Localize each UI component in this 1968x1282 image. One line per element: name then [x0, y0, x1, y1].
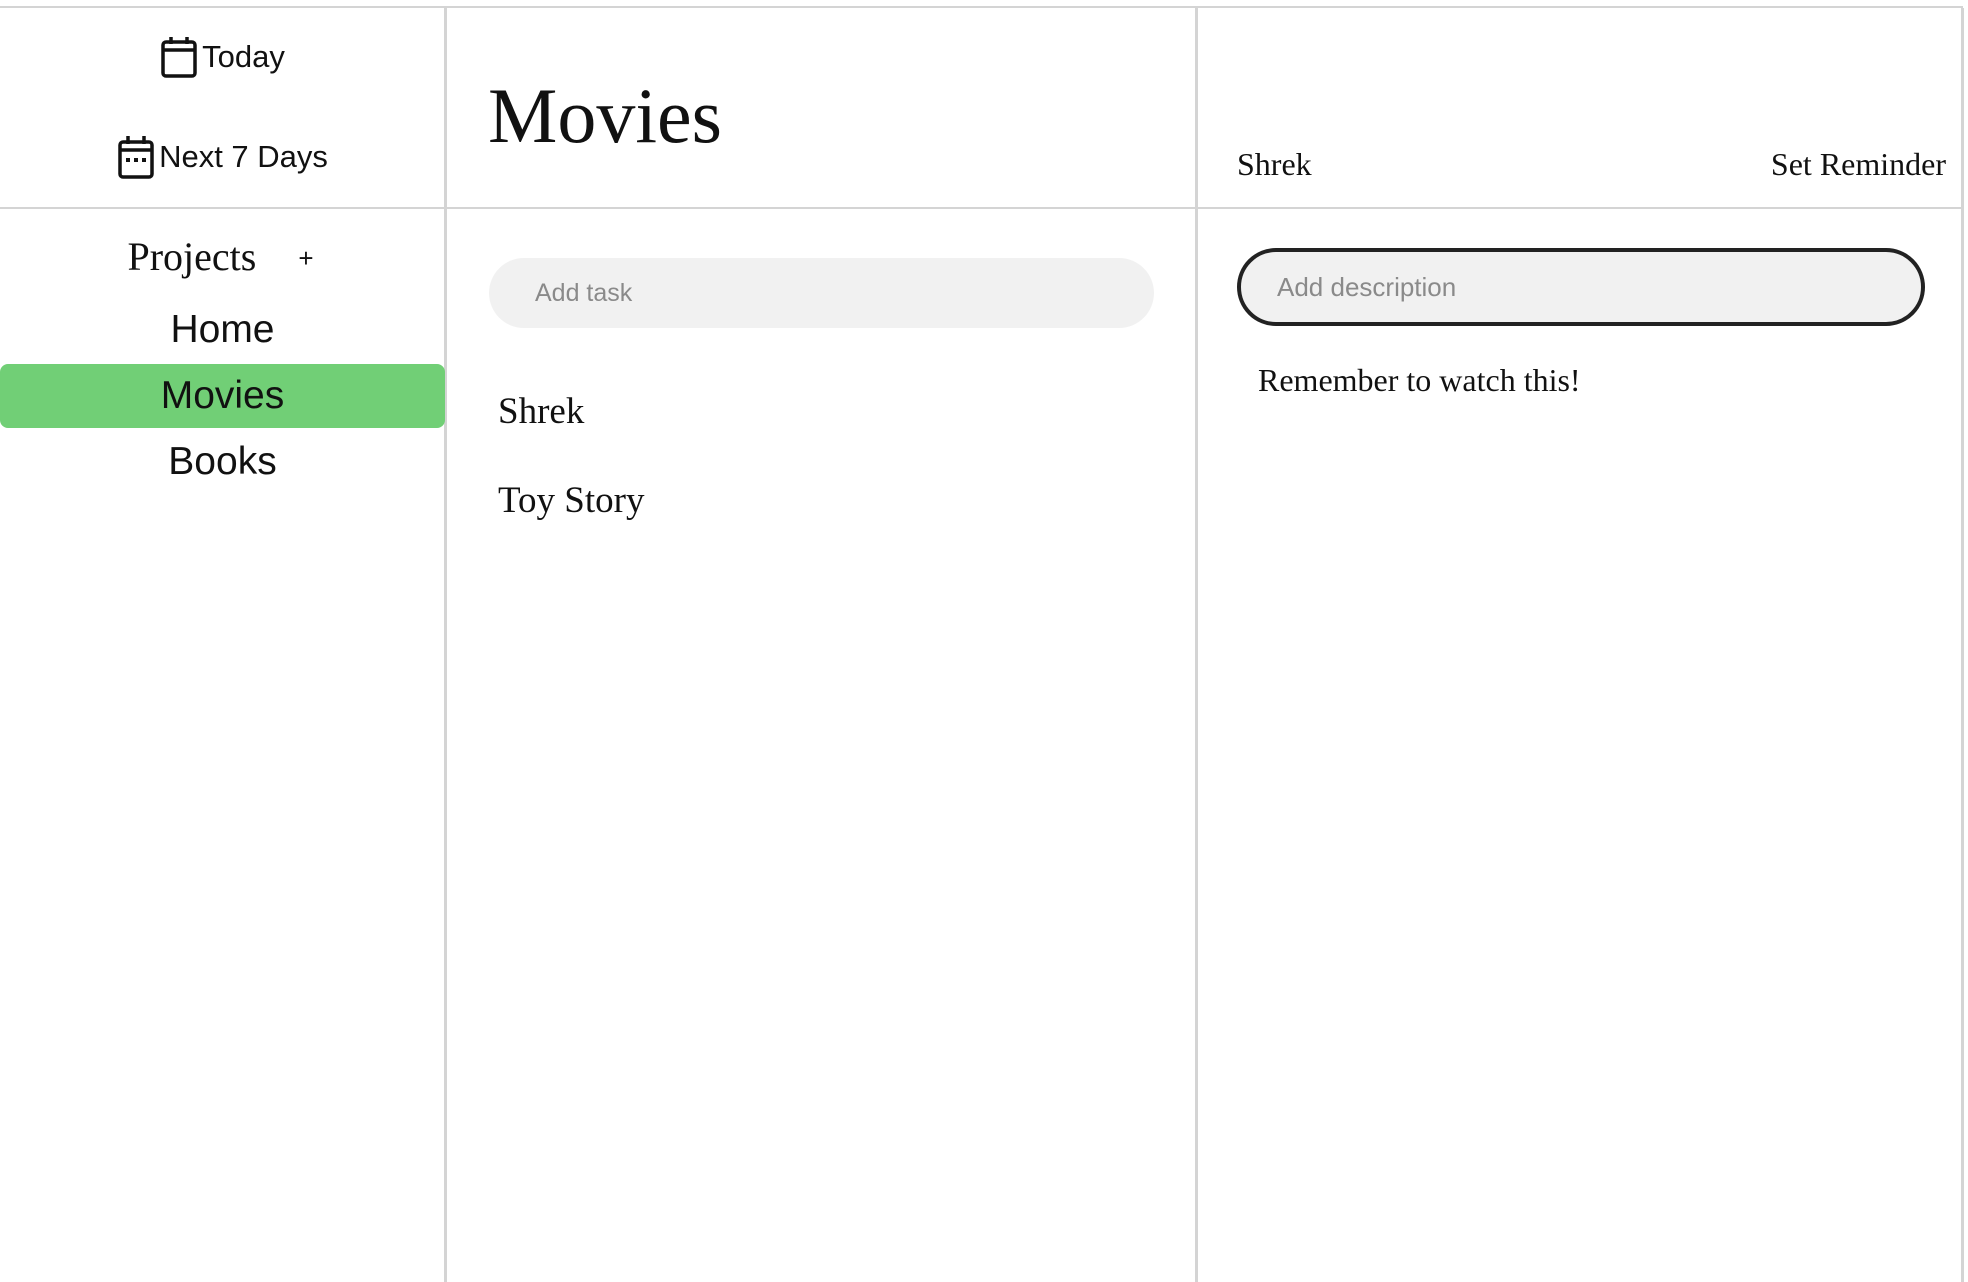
right-border: [1961, 8, 1964, 1282]
sidebar: Today Next 7 Days Projects + Home Movies…: [0, 0, 445, 1282]
app: Today Next 7 Days Projects + Home Movies…: [0, 0, 1968, 1282]
task-item-shrek[interactable]: Shrek: [498, 387, 584, 437]
task-item-toy-story[interactable]: Toy Story: [498, 476, 644, 526]
project-item-label: Home: [170, 308, 275, 351]
project-item-label: Movies: [160, 374, 285, 417]
add-task-input[interactable]: [489, 258, 1154, 328]
task-detail-title: Shrek: [1237, 146, 1312, 182]
project-item-label: Books: [168, 440, 277, 483]
nav-next-7-days[interactable]: Next 7 Days: [0, 131, 445, 183]
projects-header: Projects +: [0, 228, 445, 284]
calendar-week-icon: [117, 134, 155, 180]
detail-divider: [1195, 8, 1198, 1282]
task-description: Remember to watch this!: [1258, 362, 1581, 398]
nav-today[interactable]: Today: [0, 32, 445, 82]
nav-today-label: Today: [202, 39, 285, 74]
project-item-movies[interactable]: Movies: [0, 364, 445, 428]
description-input[interactable]: [1237, 248, 1925, 326]
projects-title: Projects: [127, 233, 257, 279]
add-project-button[interactable]: +: [294, 243, 317, 274]
nav-next-7-days-label: Next 7 Days: [159, 139, 328, 174]
project-item-books[interactable]: Books: [0, 430, 445, 494]
set-reminder-button[interactable]: Set Reminder: [1771, 142, 1946, 186]
project-item-home[interactable]: Home: [0, 298, 445, 362]
calendar-icon: [160, 35, 198, 79]
page-title: Movies: [488, 72, 722, 159]
